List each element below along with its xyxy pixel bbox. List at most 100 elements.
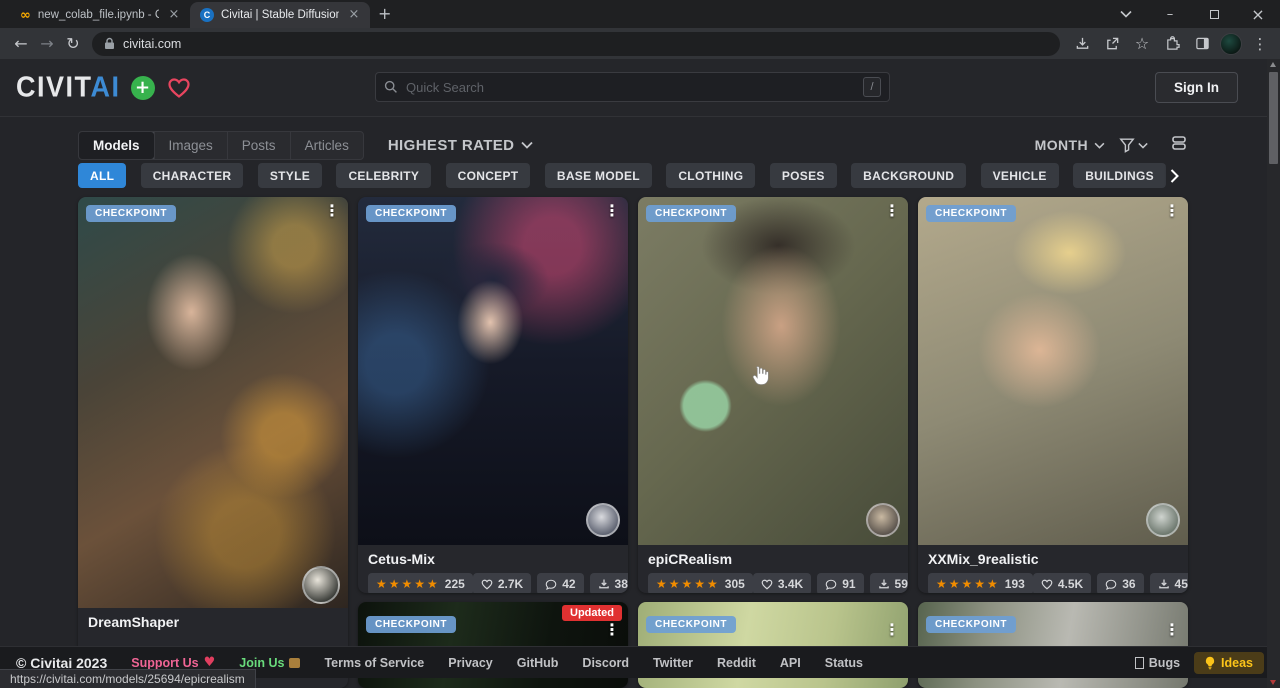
logo-text-civit: CIVIT bbox=[16, 71, 91, 103]
rating-pill[interactable]: ★★★★★ 193 bbox=[928, 573, 1033, 593]
reload-button[interactable]: ↻ bbox=[60, 31, 86, 57]
chip-base-model[interactable]: BASE MODEL bbox=[545, 163, 652, 188]
rating-pill[interactable]: ★★★★★ 305 bbox=[648, 573, 753, 593]
model-card-dreamshaper[interactable]: CHECKPOINT ⋮ DreamShaper bbox=[78, 197, 348, 688]
downloads-pill[interactable]: 59K bbox=[870, 573, 908, 593]
period-dropdown[interactable]: MONTH bbox=[1035, 137, 1105, 153]
tab-close-icon[interactable]: × bbox=[346, 7, 362, 23]
creator-avatar[interactable] bbox=[866, 503, 900, 537]
model-card-xxmix-9realistic[interactable]: CHECKPOINT ⋮ XXMix_9realistic ★★★★★ 193 … bbox=[918, 197, 1188, 593]
chip-celebrity[interactable]: CELEBRITY bbox=[336, 163, 431, 188]
footer-bugs-button[interactable]: Bugs bbox=[1135, 656, 1180, 670]
funnel-icon bbox=[1119, 137, 1135, 153]
card-menu-kebab-icon[interactable]: ⋮ bbox=[884, 622, 900, 638]
footer-link-terms[interactable]: Terms of Service bbox=[324, 656, 424, 670]
model-card-cetus-mix[interactable]: CHECKPOINT ⋮ Cetus-Mix ★★★★★ 225 2.7K bbox=[358, 197, 628, 593]
comments-count: 36 bbox=[1122, 577, 1135, 591]
tab-posts[interactable]: Posts bbox=[227, 132, 290, 159]
page-scrollbar[interactable] bbox=[1267, 59, 1280, 688]
filter-dropdown[interactable] bbox=[1119, 137, 1148, 153]
card-menu-kebab-icon[interactable]: ⋮ bbox=[324, 203, 340, 219]
downloads-count: 38K bbox=[615, 577, 628, 591]
footer-ideas-button[interactable]: Ideas bbox=[1194, 652, 1264, 674]
join-us-label: Join Us bbox=[239, 656, 284, 670]
tab-search-chevron-icon[interactable] bbox=[1104, 0, 1148, 28]
footer-link-twitter[interactable]: Twitter bbox=[653, 656, 693, 670]
downloads-pill[interactable]: 45K bbox=[1150, 573, 1188, 593]
scrollbar-up-arrow[interactable] bbox=[1270, 62, 1276, 67]
card-menu-kebab-icon[interactable]: ⋮ bbox=[1164, 622, 1180, 638]
footer-link-join-us[interactable]: Join Us bbox=[239, 656, 300, 670]
browser-profile-avatar[interactable] bbox=[1220, 33, 1242, 55]
chip-vehicle[interactable]: VEHICLE bbox=[981, 163, 1059, 188]
footer-link-github[interactable]: GitHub bbox=[517, 656, 559, 670]
quick-search-bar[interactable]: / bbox=[375, 72, 890, 102]
favorites-heart-icon[interactable] bbox=[167, 77, 191, 99]
new-tab-button[interactable]: + bbox=[378, 4, 391, 23]
chip-concept[interactable]: CONCEPT bbox=[446, 163, 531, 188]
chip-clothing[interactable]: CLOTHING bbox=[666, 163, 755, 188]
maximize-icon bbox=[1210, 10, 1219, 19]
creator-avatar[interactable] bbox=[302, 566, 340, 604]
footer-link-status[interactable]: Status bbox=[825, 656, 863, 670]
footer-link-discord[interactable]: Discord bbox=[582, 656, 629, 670]
comments-pill[interactable]: 91 bbox=[817, 573, 863, 593]
downloads-count: 45K bbox=[1175, 577, 1188, 591]
chip-background[interactable]: BACKGROUND bbox=[851, 163, 966, 188]
download-icon bbox=[598, 578, 610, 590]
card-menu-kebab-icon[interactable]: ⋮ bbox=[884, 203, 900, 219]
civitai-logo[interactable]: CIVITAI + bbox=[16, 72, 191, 103]
maximize-button[interactable] bbox=[1192, 0, 1236, 28]
layout-toggle-button[interactable] bbox=[1170, 134, 1188, 157]
side-panel-icon[interactable] bbox=[1190, 32, 1214, 56]
create-plus-icon[interactable]: + bbox=[131, 76, 155, 100]
card-menu-kebab-icon[interactable]: ⋮ bbox=[604, 203, 620, 219]
sign-in-button[interactable]: Sign In bbox=[1155, 72, 1238, 103]
rating-pill[interactable]: ★★★★★ 225 bbox=[368, 573, 473, 593]
model-card-epicrealism[interactable]: CHECKPOINT ⋮ epiCRealism ★★★★★ 305 3.4K bbox=[638, 197, 908, 593]
browser-tab-colab[interactable]: ∞ new_colab_file.ipynb - Colaborat × bbox=[10, 2, 190, 28]
extensions-puzzle-icon[interactable] bbox=[1160, 32, 1184, 56]
chip-buildings[interactable]: BUILDINGS bbox=[1073, 163, 1166, 188]
footer-link-api[interactable]: API bbox=[780, 656, 801, 670]
likes-pill[interactable]: 2.7K bbox=[473, 573, 531, 593]
chip-all[interactable]: ALL bbox=[78, 163, 126, 188]
bookmark-star-icon[interactable]: ☆ bbox=[1130, 32, 1154, 56]
downloads-pill[interactable]: 38K bbox=[590, 573, 628, 593]
back-button[interactable]: ← bbox=[8, 31, 34, 57]
sort-dropdown[interactable]: HIGHEST RATED bbox=[388, 137, 534, 154]
search-input[interactable] bbox=[406, 80, 855, 95]
address-bar[interactable]: civitai.com bbox=[92, 32, 1060, 56]
close-window-button[interactable]: × bbox=[1236, 0, 1280, 28]
comments-pill[interactable]: 36 bbox=[1097, 573, 1143, 593]
tab-models[interactable]: Models bbox=[78, 131, 155, 160]
comments-pill[interactable]: 42 bbox=[537, 573, 583, 593]
browser-menu-kebab-icon[interactable]: ⋮ bbox=[1248, 32, 1272, 56]
scrollbar-thumb[interactable] bbox=[1269, 72, 1278, 164]
browser-tab-civitai[interactable]: C Civitai | Stable Diffusion models, × bbox=[190, 2, 370, 28]
download-page-icon[interactable] bbox=[1070, 32, 1094, 56]
model-image: CHECKPOINT ⋮ bbox=[918, 197, 1188, 545]
tab-close-icon[interactable]: × bbox=[166, 7, 182, 23]
chip-character[interactable]: CHARACTER bbox=[141, 163, 244, 188]
card-menu-kebab-icon[interactable]: ⋮ bbox=[604, 622, 620, 638]
likes-pill[interactable]: 4.5K bbox=[1033, 573, 1091, 593]
forward-button[interactable]: → bbox=[34, 31, 60, 57]
model-type-badge: CHECKPOINT bbox=[926, 616, 1016, 633]
model-type-badge: CHECKPOINT bbox=[366, 205, 456, 222]
minimize-button[interactable]: – bbox=[1148, 0, 1192, 28]
footer-link-privacy[interactable]: Privacy bbox=[448, 656, 492, 670]
chip-style[interactable]: STYLE bbox=[258, 163, 322, 188]
footer-link-support-us[interactable]: Support Us ♥ bbox=[131, 655, 215, 670]
tab-images[interactable]: Images bbox=[154, 132, 227, 159]
card-menu-kebab-icon[interactable]: ⋮ bbox=[1164, 203, 1180, 219]
likes-pill[interactable]: 3.4K bbox=[753, 573, 811, 593]
chips-scroll-next-button[interactable] bbox=[1164, 166, 1184, 186]
creator-avatar[interactable] bbox=[586, 503, 620, 537]
share-icon[interactable] bbox=[1100, 32, 1124, 56]
creator-avatar[interactable] bbox=[1146, 503, 1180, 537]
chip-poses[interactable]: POSES bbox=[770, 163, 837, 188]
footer-link-reddit[interactable]: Reddit bbox=[717, 656, 756, 670]
tab-articles[interactable]: Articles bbox=[290, 132, 363, 159]
scrollbar-down-arrow[interactable] bbox=[1270, 680, 1276, 685]
